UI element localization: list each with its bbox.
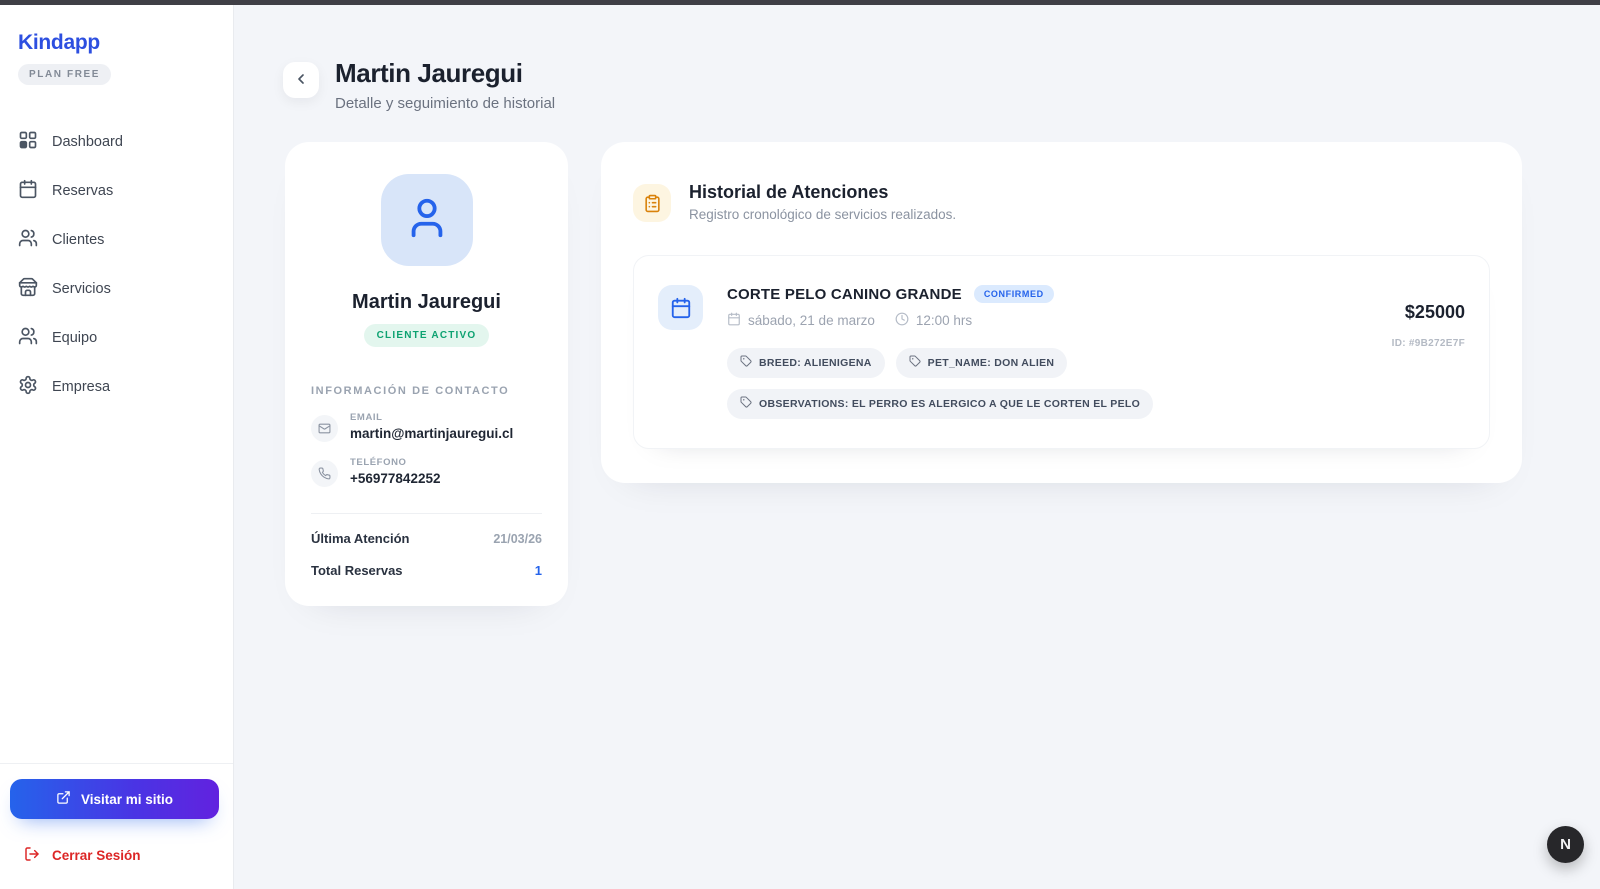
history-subtitle: Registro cronológico de servicios realiz… (689, 207, 956, 222)
app-logo: Kindapp (18, 31, 215, 55)
gear-icon (18, 375, 38, 399)
users-icon (18, 326, 38, 350)
stat-row-total-bookings: Total Reservas 1 (311, 563, 542, 578)
tag-text: BREED: ALIENIGENA (759, 357, 872, 369)
contact-row-phone: TELÉFONO +56977842252 (311, 457, 542, 487)
entry-body: CORTE PELO CANINO GRANDE CONFIRMED sábad… (727, 285, 1355, 419)
plan-badge: PLAN FREE (18, 64, 111, 85)
sidebar-item-label: Equipo (52, 330, 97, 346)
sidebar-item-label: Reservas (52, 183, 113, 199)
sidebar-item-empresa[interactable]: Empresa (0, 370, 233, 404)
contact-email-text: EMAIL martin@martinjauregui.cl (350, 412, 513, 441)
history-header: Historial de Atenciones Registro cronoló… (633, 182, 1490, 222)
sidebar-item-reservas[interactable]: Reservas (0, 174, 233, 208)
layout-grid-icon (18, 130, 38, 154)
phone-value: +56977842252 (350, 471, 440, 486)
status-badge-wrap: CLIENTE ACTIVO (311, 324, 542, 347)
logout-button[interactable]: Cerrar Sesión (10, 846, 223, 865)
sidebar-nav: Dashboard Reservas Clientes Servicios Eq… (0, 125, 233, 419)
tag-pet-name: PET_NAME: DON ALIEN (896, 348, 1068, 378)
back-button[interactable] (283, 62, 319, 98)
client-name: Martin Jauregui (311, 291, 542, 314)
email-label: EMAIL (350, 412, 513, 423)
service-name: CORTE PELO CANINO GRANDE (727, 286, 962, 303)
dev-overlay-button[interactable]: N (1547, 826, 1584, 863)
mail-icon (311, 415, 338, 442)
entry-date-text: sábado, 21 de marzo (748, 313, 875, 328)
logout-icon (24, 846, 40, 865)
entry-tags-row: BREED: ALIENIGENA PET_NAME: DON ALIEN (727, 348, 1355, 419)
calendar-icon (18, 179, 38, 203)
history-title: Historial de Atenciones (689, 182, 956, 203)
entry-meta-row: sábado, 21 de marzo 12:00 hrs (727, 312, 1355, 329)
stat-label: Total Reservas (311, 563, 403, 578)
chevron-left-icon (293, 71, 309, 90)
entry-time: 12:00 hrs (895, 312, 972, 329)
tag-observations: OBSERVATIONS: EL PERRO ES ALERGICO A QUE… (727, 389, 1153, 419)
divider (311, 513, 542, 514)
contact-phone-text: TELÉFONO +56977842252 (350, 457, 440, 486)
sidebar-item-equipo[interactable]: Equipo (0, 321, 233, 355)
tag-text: PET_NAME: DON ALIEN (928, 357, 1055, 369)
sidebar-bottom: Visitar mi sitio Cerrar Sesión (0, 763, 233, 889)
page-subtitle: Detalle y seguimiento de historial (335, 95, 555, 112)
user-icon (404, 195, 450, 246)
stat-value: 1 (535, 563, 542, 578)
tag-text: OBSERVATIONS: EL PERRO ES ALERGICO A QUE… (759, 398, 1140, 410)
contact-row-email: EMAIL martin@martinjauregui.cl (311, 412, 542, 442)
entry-right: $25000 ID: #9B272E7F (1379, 285, 1465, 349)
entry-time-text: 12:00 hrs (916, 313, 972, 328)
clipboard-icon (633, 184, 671, 222)
stat-value: 21/03/26 (493, 532, 542, 546)
entry-price: $25000 (1379, 302, 1465, 323)
page-header: Martin Jauregui Detalle y seguimiento de… (234, 5, 1600, 112)
main-content: Martin Jauregui Detalle y seguimiento de… (234, 5, 1600, 889)
store-icon (18, 277, 38, 301)
sidebar-item-label: Dashboard (52, 134, 123, 150)
visit-site-label: Visitar mi sitio (81, 792, 173, 807)
tag-icon (740, 354, 752, 372)
history-entry[interactable]: CORTE PELO CANINO GRANDE CONFIRMED sábad… (633, 255, 1490, 449)
sidebar-spacer (0, 419, 233, 763)
clock-icon (895, 312, 909, 329)
page-header-text: Martin Jauregui Detalle y seguimiento de… (335, 58, 555, 112)
confirmed-badge: CONFIRMED (974, 285, 1054, 303)
tag-icon (740, 395, 752, 413)
status-badge: CLIENTE ACTIVO (364, 324, 490, 347)
logo-block: Kindapp PLAN FREE (0, 5, 233, 85)
entry-booking-id: ID: #9B272E7F (1379, 338, 1465, 349)
users-icon (18, 228, 38, 252)
calendar-icon (727, 312, 741, 329)
sidebar-item-dashboard[interactable]: Dashboard (0, 125, 233, 159)
sidebar-item-label: Servicios (52, 281, 111, 297)
stat-row-last-service: Última Atención 21/03/26 (311, 531, 542, 546)
external-link-icon (56, 790, 71, 808)
visit-site-button[interactable]: Visitar mi sitio (10, 779, 219, 819)
sidebar-item-label: Clientes (52, 232, 104, 248)
content-row: Martin Jauregui CLIENTE ACTIVO INFORMACI… (234, 112, 1600, 606)
sidebar-item-label: Empresa (52, 379, 110, 395)
tag-breed: BREED: ALIENIGENA (727, 348, 885, 378)
logout-label: Cerrar Sesión (52, 848, 141, 863)
contact-section-title: INFORMACIÓN DE CONTACTO (311, 385, 542, 397)
service-history-card: Historial de Atenciones Registro cronoló… (601, 142, 1522, 483)
sidebar-item-servicios[interactable]: Servicios (0, 272, 233, 306)
avatar (381, 174, 473, 266)
browser-chrome-strip (0, 0, 1600, 5)
sidebar: Kindapp PLAN FREE Dashboard Reservas Cli… (0, 5, 234, 889)
client-profile-card: Martin Jauregui CLIENTE ACTIVO INFORMACI… (285, 142, 568, 606)
history-header-text: Historial de Atenciones Registro cronoló… (689, 182, 956, 222)
phone-icon (311, 460, 338, 487)
stat-label: Última Atención (311, 531, 409, 546)
page-title: Martin Jauregui (335, 58, 555, 89)
entry-date: sábado, 21 de marzo (727, 312, 875, 329)
entry-title-row: CORTE PELO CANINO GRANDE CONFIRMED (727, 285, 1355, 303)
calendar-icon (658, 285, 703, 330)
email-value: martin@martinjauregui.cl (350, 426, 513, 441)
tag-icon (909, 354, 921, 372)
phone-label: TELÉFONO (350, 457, 440, 468)
sidebar-item-clientes[interactable]: Clientes (0, 223, 233, 257)
